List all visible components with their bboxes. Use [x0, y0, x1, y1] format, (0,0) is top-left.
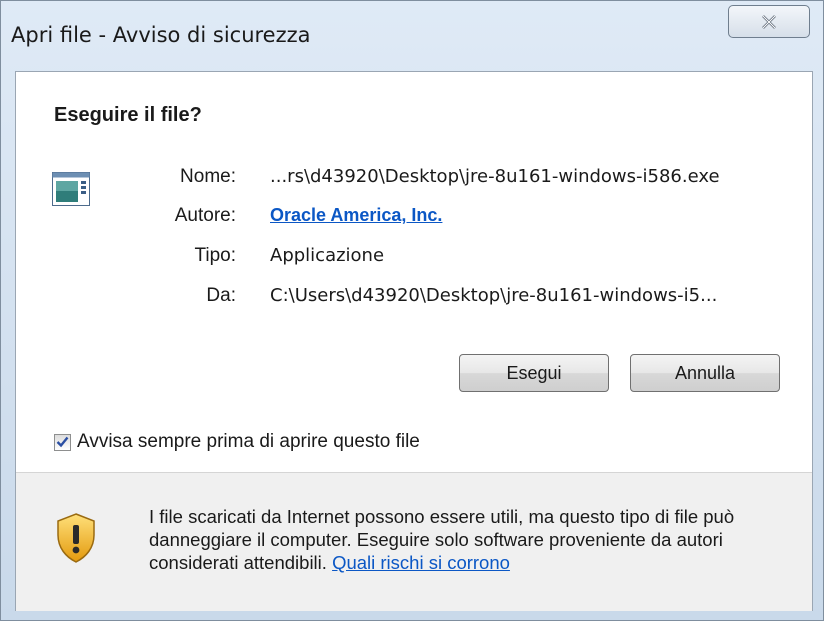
- cancel-button[interactable]: Annulla: [630, 354, 780, 392]
- title-bar[interactable]: Apri file - Avviso di sicurezza: [1, 1, 823, 57]
- dialog-heading: Eseguire il file?: [54, 104, 202, 126]
- field-label: Autore:: [174, 205, 236, 226]
- warning-message: I file scaricati da Internet possono ess…: [149, 505, 789, 574]
- field-value: C:\Users\d43920\Desktop\jre-8u161-window…: [270, 285, 718, 306]
- checkmark-icon: [56, 436, 69, 448]
- field-value: Applicazione: [270, 245, 385, 266]
- field-label: Tipo:: [194, 245, 236, 266]
- close-icon: [762, 14, 776, 29]
- field-value: ...rs\d43920\Desktop\jre-8u161-windows-i…: [270, 166, 720, 187]
- security-shield-icon: [57, 513, 95, 563]
- field-from-row: Da: C:\Users\d43920\Desktop\jre-8u161-wi…: [16, 285, 796, 315]
- always-warn-checkbox[interactable]: [54, 433, 71, 451]
- dialog-content: Eseguire il file? Nome: ...rs\d43920\Des…: [15, 71, 813, 611]
- field-name-row: Nome: ...rs\d43920\Desktop\jre-8u161-win…: [16, 166, 796, 196]
- run-button[interactable]: Esegui: [459, 354, 609, 392]
- field-type-row: Tipo: Applicazione: [16, 245, 796, 275]
- always-warn-label[interactable]: Avvisa sempre prima di aprire questo fil…: [77, 431, 420, 453]
- security-warning-dialog: Apri file - Avviso di sicurezza Eseguire…: [0, 0, 824, 621]
- always-warn-option[interactable]: Avvisa sempre prima di aprire questo fil…: [54, 429, 420, 455]
- window-title: Apri file - Avviso di sicurezza: [11, 23, 311, 47]
- warning-footer: I file scaricati da Internet possono ess…: [16, 472, 812, 611]
- field-author-row: Autore: Oracle America, Inc.: [16, 205, 796, 235]
- field-label: Da:: [206, 285, 236, 306]
- field-label: Nome:: [180, 166, 236, 187]
- publisher-link[interactable]: Oracle America, Inc.: [270, 205, 442, 226]
- risks-link[interactable]: Quali rischi si corrono: [332, 552, 510, 573]
- close-button[interactable]: [728, 5, 810, 38]
